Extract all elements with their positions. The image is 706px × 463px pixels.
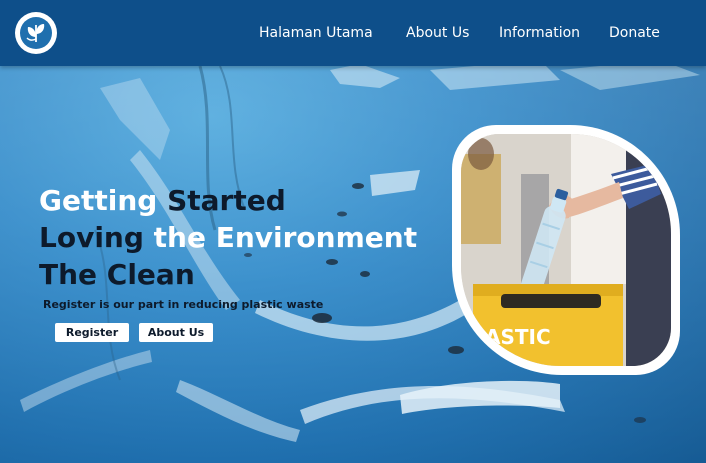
hero-line-2-dark: Loving xyxy=(39,221,154,254)
hero-line-2: Loving the Environment xyxy=(39,219,417,256)
landing-page: Halaman Utama About Us Information Donat… xyxy=(0,0,706,463)
leaf-icon xyxy=(20,17,52,49)
register-button[interactable]: Register xyxy=(55,323,129,342)
hero-heading: Getting Started Loving the Environment T… xyxy=(39,182,417,293)
nav-link-information[interactable]: Information xyxy=(499,25,580,41)
hero-line-1: Getting Started xyxy=(39,182,417,219)
hero-subtitle: Register is our part in reducing plastic… xyxy=(43,298,324,311)
hero-line-1-dark: Started xyxy=(167,184,286,217)
nav-link-halaman-utama[interactable]: Halaman Utama xyxy=(259,25,373,41)
recycling-illustration: ASTIC xyxy=(461,134,671,366)
leaf-logo-icon[interactable] xyxy=(15,12,57,54)
hero-line-3-dark: The xyxy=(39,258,107,291)
top-navbar: Halaman Utama About Us Information Donat… xyxy=(0,0,706,66)
hero-line-3-dark-b: Clean xyxy=(106,258,195,291)
hero-photo-frame: ASTIC xyxy=(452,125,680,375)
bin-label: ASTIC xyxy=(485,325,551,349)
hero-line-3: The Clean xyxy=(39,256,417,293)
hero-line-1-white: Getting xyxy=(39,184,168,217)
hero-line-2-white: the Environment xyxy=(153,221,418,254)
nav-link-about-us[interactable]: About Us xyxy=(406,25,469,41)
about-us-button[interactable]: About Us xyxy=(139,323,213,342)
recycling-photo: ASTIC xyxy=(461,134,671,366)
nav-link-donate[interactable]: Donate xyxy=(609,25,660,41)
